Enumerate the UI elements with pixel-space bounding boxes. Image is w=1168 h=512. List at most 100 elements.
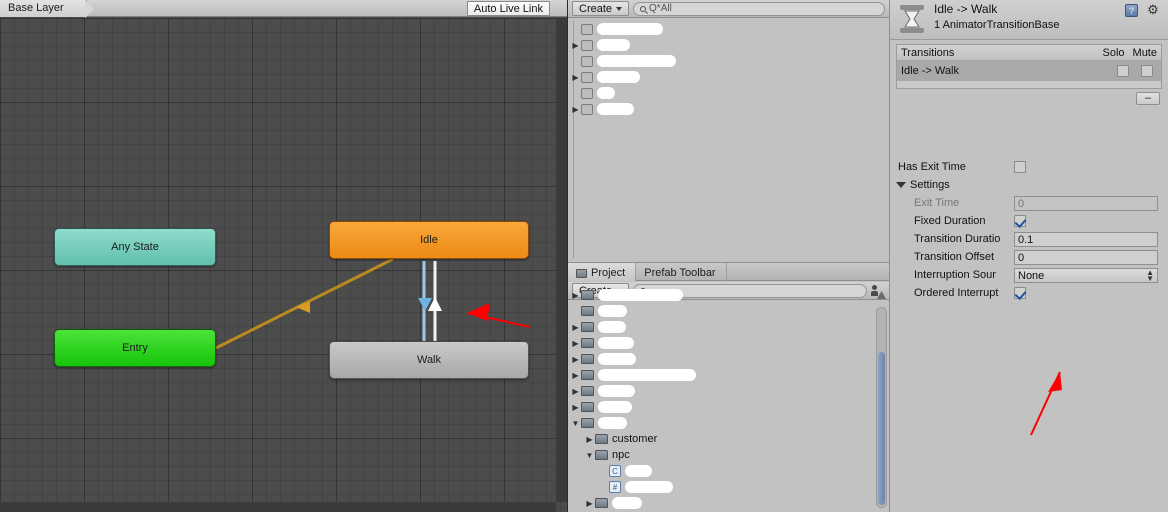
disclosure-triangle-icon[interactable]: ▶ xyxy=(570,355,581,364)
auto-live-link-button[interactable]: Auto Live Link xyxy=(466,1,550,16)
hierarchy-row[interactable]: ▶ Playerup xyxy=(568,69,889,85)
folder-icon xyxy=(581,386,594,396)
disclosure-triangle-icon[interactable]: ▶ xyxy=(584,499,595,508)
hierarchy-tree[interactable]: Main Camera ▶ Light 1 Directional Light ▶ Pla… xyxy=(568,19,889,262)
animator-horizontal-scrollbar[interactable] xyxy=(0,502,556,512)
project-row[interactable]: ▼ npc xyxy=(568,447,889,463)
interruption-source-label: Interruption Sour xyxy=(914,269,996,281)
gear-icon[interactable]: ⚙ xyxy=(1146,3,1160,17)
gameobject-icon xyxy=(581,23,593,35)
disclosure-triangle-icon[interactable]: ▶ xyxy=(570,403,581,412)
solo-checkbox[interactable] xyxy=(1117,65,1129,77)
hierarchy-row[interactable]: ▶ Canvas xyxy=(568,101,889,117)
disclosure-triangle-icon[interactable]: ▶ xyxy=(570,291,581,300)
hierarchy-row-label: Light 1 xyxy=(597,39,631,51)
project-row[interactable]: C NpcB xyxy=(568,463,889,479)
disclosure-triangle-icon[interactable]: ▶ xyxy=(570,323,581,332)
gameobject-icon xyxy=(581,39,593,51)
project-row[interactable]: ▶ player xyxy=(568,495,889,511)
project-row-label: Scripts xyxy=(598,401,632,413)
has-exit-time-checkbox[interactable] xyxy=(1014,161,1026,173)
disclosure-triangle-icon[interactable]: ▶ xyxy=(584,435,595,444)
gameobject-icon xyxy=(581,87,593,99)
state-node-any-state[interactable]: Any State xyxy=(54,228,216,266)
interruption-source-dropdown[interactable]: None ▲ ▼ xyxy=(1014,267,1158,283)
inspector-title: Idle -> Walk xyxy=(934,2,998,16)
row-transition-duration[interactable]: Transition Duratio 0.1 xyxy=(890,230,1168,248)
project-tree[interactable]: ▶ Motion Workshop music ▶ Asset ▶ Plugins ▶ Pref… xyxy=(568,287,889,512)
project-scrollbar-track[interactable] xyxy=(876,307,887,508)
project-row[interactable]: ▼ Sprite xyxy=(568,415,889,431)
project-row[interactable]: ▶ Scenes xyxy=(568,383,889,399)
folder-icon xyxy=(595,498,608,508)
folder-icon xyxy=(595,434,608,444)
project-row[interactable]: ▶ Motion Workshop xyxy=(568,287,889,303)
folder-icon xyxy=(581,418,594,428)
disclosure-triangle-icon[interactable]: ▶ xyxy=(570,105,581,114)
hierarchy-search-input[interactable]: Q*All xyxy=(633,1,885,16)
help-book-icon[interactable]: ? xyxy=(1125,4,1138,17)
transition-duration-input[interactable]: 0.1 xyxy=(1014,231,1158,247)
remove-transition-button[interactable]: – xyxy=(1136,92,1160,105)
ordered-interruption-checkbox[interactable] xyxy=(1014,287,1026,299)
project-row[interactable]: ▶ Prefabs xyxy=(568,351,889,367)
project-tabstrip: Project Prefab Toolbar xyxy=(568,263,889,281)
disclosure-triangle-icon[interactable]: ▶ xyxy=(570,41,581,50)
hierarchy-row[interactable]: Main Camera xyxy=(568,21,889,37)
exit-time-input[interactable]: 0 xyxy=(1014,195,1158,211)
state-node-entry[interactable]: Entry xyxy=(54,329,216,367)
breadcrumb-base-layer[interactable]: Base Layer xyxy=(0,0,94,18)
transition-duration-label: Transition Duratio xyxy=(914,233,1001,245)
transition-icon xyxy=(900,5,924,33)
gameobject-icon xyxy=(581,55,593,67)
project-row[interactable]: music xyxy=(568,303,889,319)
folder-icon xyxy=(595,450,608,460)
disclosure-triangle-icon[interactable]: ▼ xyxy=(584,451,595,460)
mute-checkbox[interactable] xyxy=(1141,65,1153,77)
project-row[interactable]: ▶ Plugins xyxy=(568,335,889,351)
row-has-exit-time[interactable]: Has Exit Time xyxy=(890,158,1168,176)
row-fixed-duration[interactable]: Fixed Duration xyxy=(890,212,1168,230)
tab-prefab-toolbar[interactable]: Prefab Toolbar xyxy=(636,263,727,281)
project-row[interactable]: ▶ Asset xyxy=(568,319,889,335)
project-row[interactable]: ▶ Scripts xyxy=(568,399,889,415)
scroll-up-arrow-icon[interactable] xyxy=(877,291,886,299)
row-exit-time[interactable]: Exit Time 0 xyxy=(890,194,1168,212)
animator-vertical-scrollbar[interactable] xyxy=(556,18,567,502)
project-panel: Project Prefab Toolbar Create ▶Motion Wo… xyxy=(568,262,890,512)
settings-foldout[interactable]: Settings xyxy=(890,176,1168,194)
hierarchy-row-label: Canvas xyxy=(597,103,635,115)
disclosure-triangle-icon[interactable]: ▶ xyxy=(570,371,581,380)
inspector-subtitle: 1 AnimatorTransitionBase xyxy=(934,19,1060,31)
project-row[interactable]: # NpcScript xyxy=(568,479,889,495)
project-row-label: Scenes xyxy=(598,385,635,397)
hierarchy-row[interactable]: ▶ Light 1 xyxy=(568,37,889,53)
project-row[interactable]: ▶ customer xyxy=(568,431,889,447)
hierarchy-row[interactable]: Directional Light xyxy=(568,53,889,69)
disclosure-triangle-icon[interactable]: ▶ xyxy=(570,73,581,82)
state-node-walk[interactable]: Walk xyxy=(329,341,529,379)
hierarchy-create-button[interactable]: Create xyxy=(572,1,630,16)
row-interruption-source[interactable]: Interruption Sour None ▲ ▼ xyxy=(890,266,1168,284)
create-button-label: Create xyxy=(579,2,613,15)
project-row-label: player xyxy=(612,497,642,509)
state-node-idle[interactable]: Idle xyxy=(329,221,529,259)
project-row[interactable]: ▶ Resource Map Data xyxy=(568,367,889,383)
controller-icon: C xyxy=(609,465,621,477)
hierarchy-row[interactable]: Car xyxy=(568,85,889,101)
row-transition-offset[interactable]: Transition Offset 0 xyxy=(890,248,1168,266)
animator-panel: Base Layer Auto Live Link Any State Entr… xyxy=(0,0,568,512)
tab-project[interactable]: Project xyxy=(568,263,637,281)
project-scrollbar-thumb[interactable] xyxy=(878,352,885,505)
disclosure-triangle-icon[interactable]: ▼ xyxy=(570,419,581,428)
folder-icon xyxy=(576,268,587,278)
unity-editor-window: Base Layer Auto Live Link Any State Entr… xyxy=(0,0,1168,512)
transitions-list-row[interactable]: Idle -> Walk xyxy=(897,61,1161,81)
fixed-duration-checkbox[interactable] xyxy=(1014,215,1026,227)
row-ordered-interruption[interactable]: Ordered Interrupt xyxy=(890,284,1168,302)
disclosure-triangle-icon[interactable]: ▶ xyxy=(570,339,581,348)
disclosure-triangle-icon[interactable]: ▶ xyxy=(570,387,581,396)
folder-icon xyxy=(581,322,594,332)
settings-label: Settings xyxy=(910,179,950,191)
transition-offset-input[interactable]: 0 xyxy=(1014,249,1158,265)
